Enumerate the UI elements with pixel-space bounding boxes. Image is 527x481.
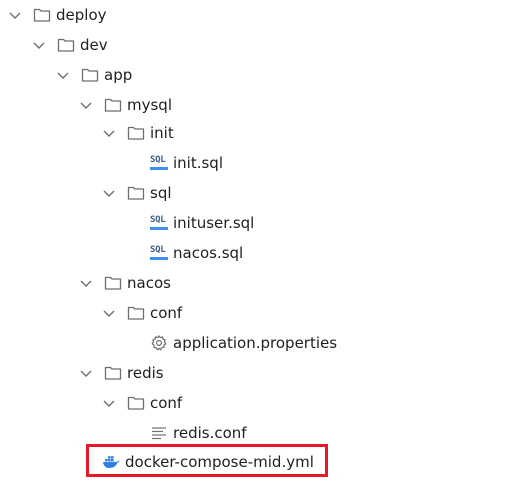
tree-item-nacos-sql[interactable]: SQL nacos.sql — [150, 238, 243, 268]
chevron-down-icon[interactable] — [79, 98, 93, 112]
folder-label: init — [150, 124, 174, 142]
file-label: inituser.sql — [173, 214, 255, 232]
sql-file-icon: SQL — [150, 244, 168, 262]
project-tree: deploy dev app mysql init SQL init.sql s… — [0, 0, 527, 481]
folder-label: dev — [80, 36, 108, 54]
file-label: init.sql — [173, 154, 223, 172]
folder-label: app — [104, 66, 133, 84]
tree-item-app[interactable]: app — [56, 60, 132, 90]
folder-label: conf — [150, 304, 183, 322]
folder-icon — [127, 304, 145, 322]
sql-file-icon: SQL — [150, 214, 168, 232]
folder-label: deploy — [56, 6, 107, 24]
gear-icon — [150, 334, 168, 352]
chevron-down-icon[interactable] — [56, 68, 70, 82]
chevron-down-icon[interactable] — [102, 396, 116, 410]
file-label: nacos.sql — [173, 244, 244, 262]
chevron-down-icon[interactable] — [102, 126, 116, 140]
chevron-down-icon[interactable] — [79, 366, 93, 380]
tree-item-nacos[interactable]: nacos — [79, 268, 171, 298]
tree-item-nacos-conf[interactable]: conf — [102, 298, 182, 328]
tree-item-application-properties[interactable]: application.properties — [150, 328, 337, 358]
tree-item-redis[interactable]: redis — [79, 358, 164, 388]
tree-item-mysql[interactable]: mysql — [79, 90, 172, 120]
chevron-down-icon[interactable] — [102, 186, 116, 200]
folder-icon — [104, 274, 122, 292]
tree-item-deploy[interactable]: deploy — [8, 0, 107, 30]
folder-label: nacos — [127, 274, 171, 292]
chevron-down-icon[interactable] — [8, 8, 22, 22]
sql-badge: SQL — [150, 215, 166, 225]
folder-label: redis — [127, 364, 164, 382]
folder-icon — [33, 6, 51, 24]
text-file-icon — [150, 424, 168, 442]
sql-file-icon: SQL — [150, 154, 168, 172]
highlight-box — [86, 444, 328, 477]
folder-icon — [57, 36, 75, 54]
chevron-down-icon[interactable] — [102, 306, 116, 320]
folder-icon — [81, 66, 99, 84]
folder-icon — [127, 184, 145, 202]
folder-icon — [104, 364, 122, 382]
tree-item-sql-folder[interactable]: sql — [102, 178, 172, 208]
chevron-down-icon[interactable] — [79, 276, 93, 290]
sql-badge: SQL — [150, 245, 166, 255]
tree-item-init-folder[interactable]: init — [102, 118, 174, 148]
tree-item-dev[interactable]: dev — [32, 30, 108, 60]
folder-label: mysql — [127, 96, 172, 114]
sql-badge: SQL — [150, 155, 166, 165]
file-label: application.properties — [173, 334, 338, 352]
folder-label: sql — [150, 184, 172, 202]
folder-icon — [127, 124, 145, 142]
folder-icon — [104, 96, 122, 114]
folder-label: conf — [150, 394, 183, 412]
tree-item-inituser-sql[interactable]: SQL inituser.sql — [150, 208, 254, 238]
tree-item-init-sql[interactable]: SQL init.sql — [150, 148, 223, 178]
tree-item-redis-conf-folder[interactable]: conf — [102, 388, 182, 418]
folder-icon — [127, 394, 145, 412]
chevron-down-icon[interactable] — [32, 38, 46, 52]
